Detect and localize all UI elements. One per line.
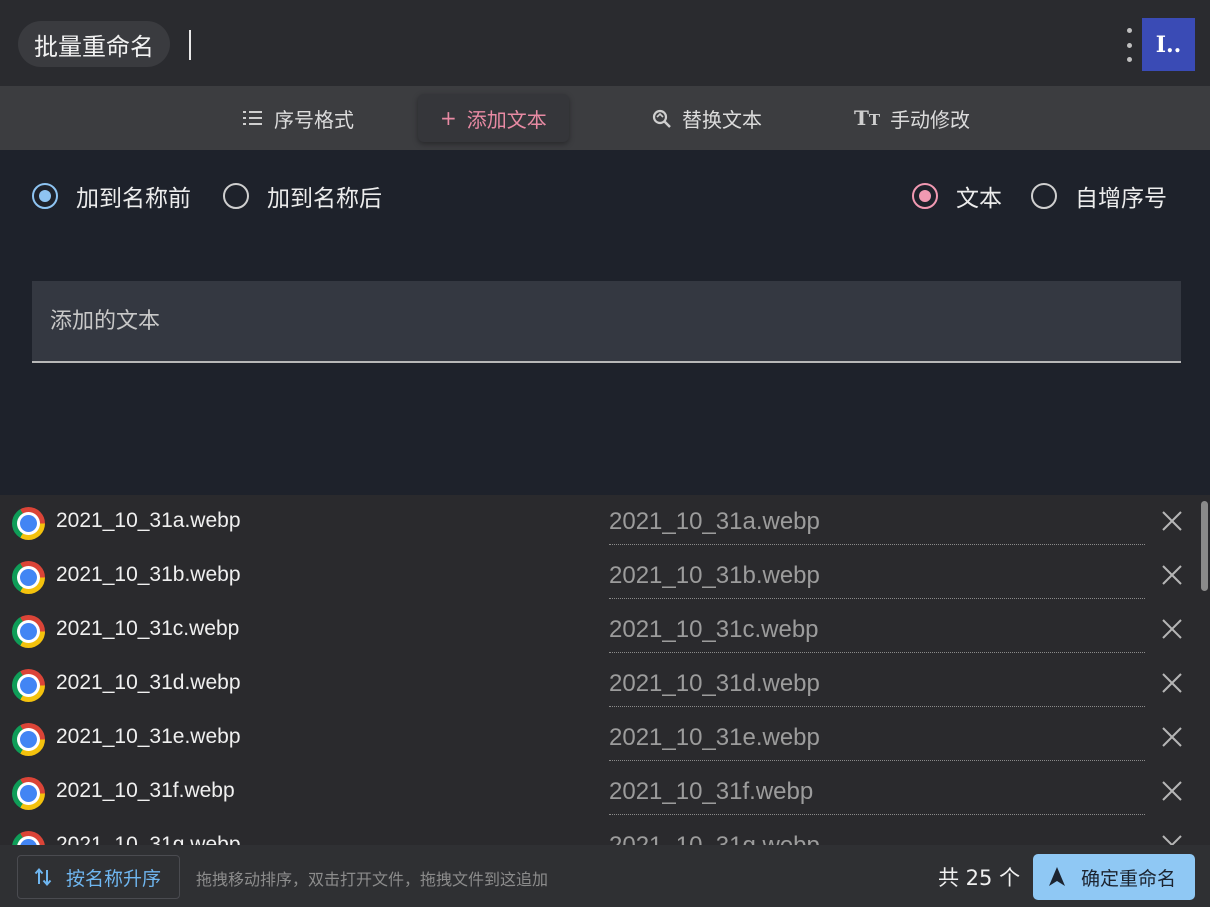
chrome-file-icon xyxy=(12,777,45,810)
file-row[interactable]: 2021_10_31b.webp 2021_10_31b.webp xyxy=(0,549,1200,603)
tab-add-text[interactable]: + 添加文本 xyxy=(418,94,569,142)
added-text-input[interactable] xyxy=(32,281,1181,361)
sort-icon xyxy=(34,867,52,887)
new-file-name-field[interactable]: 2021_10_31c.webp xyxy=(609,611,1145,653)
file-row[interactable]: 2021_10_31e.webp 2021_10_31e.webp xyxy=(0,711,1200,765)
radio-append[interactable]: 加到名称后 xyxy=(223,179,382,213)
new-file-name-field[interactable]: 2021_10_31a.webp xyxy=(609,503,1145,545)
sort-by-name-button[interactable]: 按名称升序 xyxy=(17,855,180,899)
tab-label: 序号格式 xyxy=(274,107,354,132)
tab-sequence-format[interactable]: 序号格式 xyxy=(220,94,376,142)
text-cursor xyxy=(189,30,191,60)
file-list[interactable]: 2021_10_31a.webp 2021_10_31a.webp 2021_1… xyxy=(0,495,1210,845)
new-file-name-field[interactable]: 2021_10_31b.webp xyxy=(609,557,1145,599)
file-row[interactable]: 2021_10_31a.webp 2021_10_31a.webp xyxy=(0,495,1200,549)
remove-file-icon[interactable] xyxy=(1161,510,1183,532)
tab-label: 添加文本 xyxy=(466,107,547,132)
new-file-name-field[interactable]: 2021_10_31g.webp xyxy=(609,827,1145,845)
file-row[interactable]: 2021_10_31c.webp 2021_10_31c.webp xyxy=(0,603,1200,657)
radio-label: 自增序号 xyxy=(1075,186,1167,212)
added-text-field[interactable] xyxy=(32,281,1181,363)
chrome-file-icon xyxy=(12,561,45,594)
confirm-button-label: 确定重命名 xyxy=(1081,867,1177,890)
new-file-name-field[interactable]: 2021_10_31f.webp xyxy=(609,773,1145,815)
radio-label: 加到名称后 xyxy=(267,186,382,212)
title-bar: 批量重命名 I.. xyxy=(0,0,1210,86)
new-file-name-field[interactable]: 2021_10_31e.webp xyxy=(609,719,1145,761)
tab-manual-edit[interactable]: TT 手动修改 xyxy=(832,94,992,142)
chrome-file-icon xyxy=(12,615,45,648)
file-row[interactable]: 2021_10_31d.webp 2021_10_31d.webp xyxy=(0,657,1200,711)
tab-label: 手动修改 xyxy=(890,107,971,132)
radio-unselected-icon xyxy=(1031,183,1057,209)
original-file-name: 2021_10_31e.webp xyxy=(56,725,241,748)
sort-button-label: 按名称升序 xyxy=(66,867,162,890)
chrome-file-icon xyxy=(12,723,45,756)
app-logo-icon[interactable]: I.. xyxy=(1142,18,1195,71)
tab-bar: 序号格式 + 添加文本 替换文本 TT 手动修改 xyxy=(0,86,1210,150)
radio-auto-number[interactable]: 自增序号 xyxy=(1031,179,1167,213)
remove-file-icon[interactable] xyxy=(1161,726,1183,748)
tab-label: 替换文本 xyxy=(682,107,762,132)
radio-selected-icon xyxy=(32,183,58,209)
radio-selected-icon xyxy=(912,183,938,209)
remove-file-icon[interactable] xyxy=(1161,780,1183,802)
original-file-name: 2021_10_31d.webp xyxy=(56,671,241,694)
scrollbar-thumb[interactable] xyxy=(1201,501,1208,591)
remove-file-icon[interactable] xyxy=(1161,834,1183,845)
plus-icon: + xyxy=(440,106,457,130)
remove-file-icon[interactable] xyxy=(1161,672,1183,694)
radio-label: 加到名称前 xyxy=(76,186,191,212)
bottom-bar: 按名称升序 拖拽移动排序，双击打开文件，拖拽文件到这追加 共 25 个 确定重命… xyxy=(0,845,1210,907)
original-file-name: 2021_10_31g.webp xyxy=(56,833,241,845)
remove-file-icon[interactable] xyxy=(1161,618,1183,640)
original-file-name: 2021_10_31f.webp xyxy=(56,779,235,802)
radio-unselected-icon xyxy=(223,183,249,209)
remove-file-icon[interactable] xyxy=(1161,564,1183,586)
chrome-file-icon xyxy=(12,669,45,702)
file-row[interactable]: 2021_10_31g.webp 2021_10_31g.webp xyxy=(0,819,1200,845)
app-title: 批量重命名 xyxy=(34,32,154,61)
file-row[interactable]: 2021_10_31f.webp 2021_10_31f.webp xyxy=(0,765,1200,819)
add-text-options: 加到名称前 加到名称后 文本 自增序号 xyxy=(0,150,1210,495)
radio-text[interactable]: 文本 xyxy=(912,179,1002,213)
original-file-name: 2021_10_31b.webp xyxy=(56,563,241,586)
original-file-name: 2021_10_31c.webp xyxy=(56,617,240,640)
usage-hint: 拖拽移动排序，双击打开文件，拖拽文件到这追加 xyxy=(196,870,549,889)
text-size-icon: TT xyxy=(854,106,881,130)
radio-prepend[interactable]: 加到名称前 xyxy=(32,179,191,213)
original-file-name: 2021_10_31a.webp xyxy=(56,509,241,532)
file-list-scrollbar[interactable] xyxy=(1199,495,1210,845)
radio-label: 文本 xyxy=(956,186,1002,212)
search-replace-icon xyxy=(652,109,671,128)
more-menu-icon[interactable] xyxy=(1120,28,1138,62)
chrome-file-icon xyxy=(12,507,45,540)
chrome-file-icon xyxy=(12,831,45,845)
app-title-chip[interactable]: 批量重命名 xyxy=(18,21,170,67)
navigation-arrow-icon xyxy=(1049,867,1065,886)
file-count: 共 25 个 xyxy=(938,866,1021,890)
list-number-icon xyxy=(243,111,262,125)
confirm-rename-button[interactable]: 确定重命名 xyxy=(1033,854,1195,900)
new-file-name-field[interactable]: 2021_10_31d.webp xyxy=(609,665,1145,707)
tab-replace-text[interactable]: 替换文本 xyxy=(628,94,784,142)
